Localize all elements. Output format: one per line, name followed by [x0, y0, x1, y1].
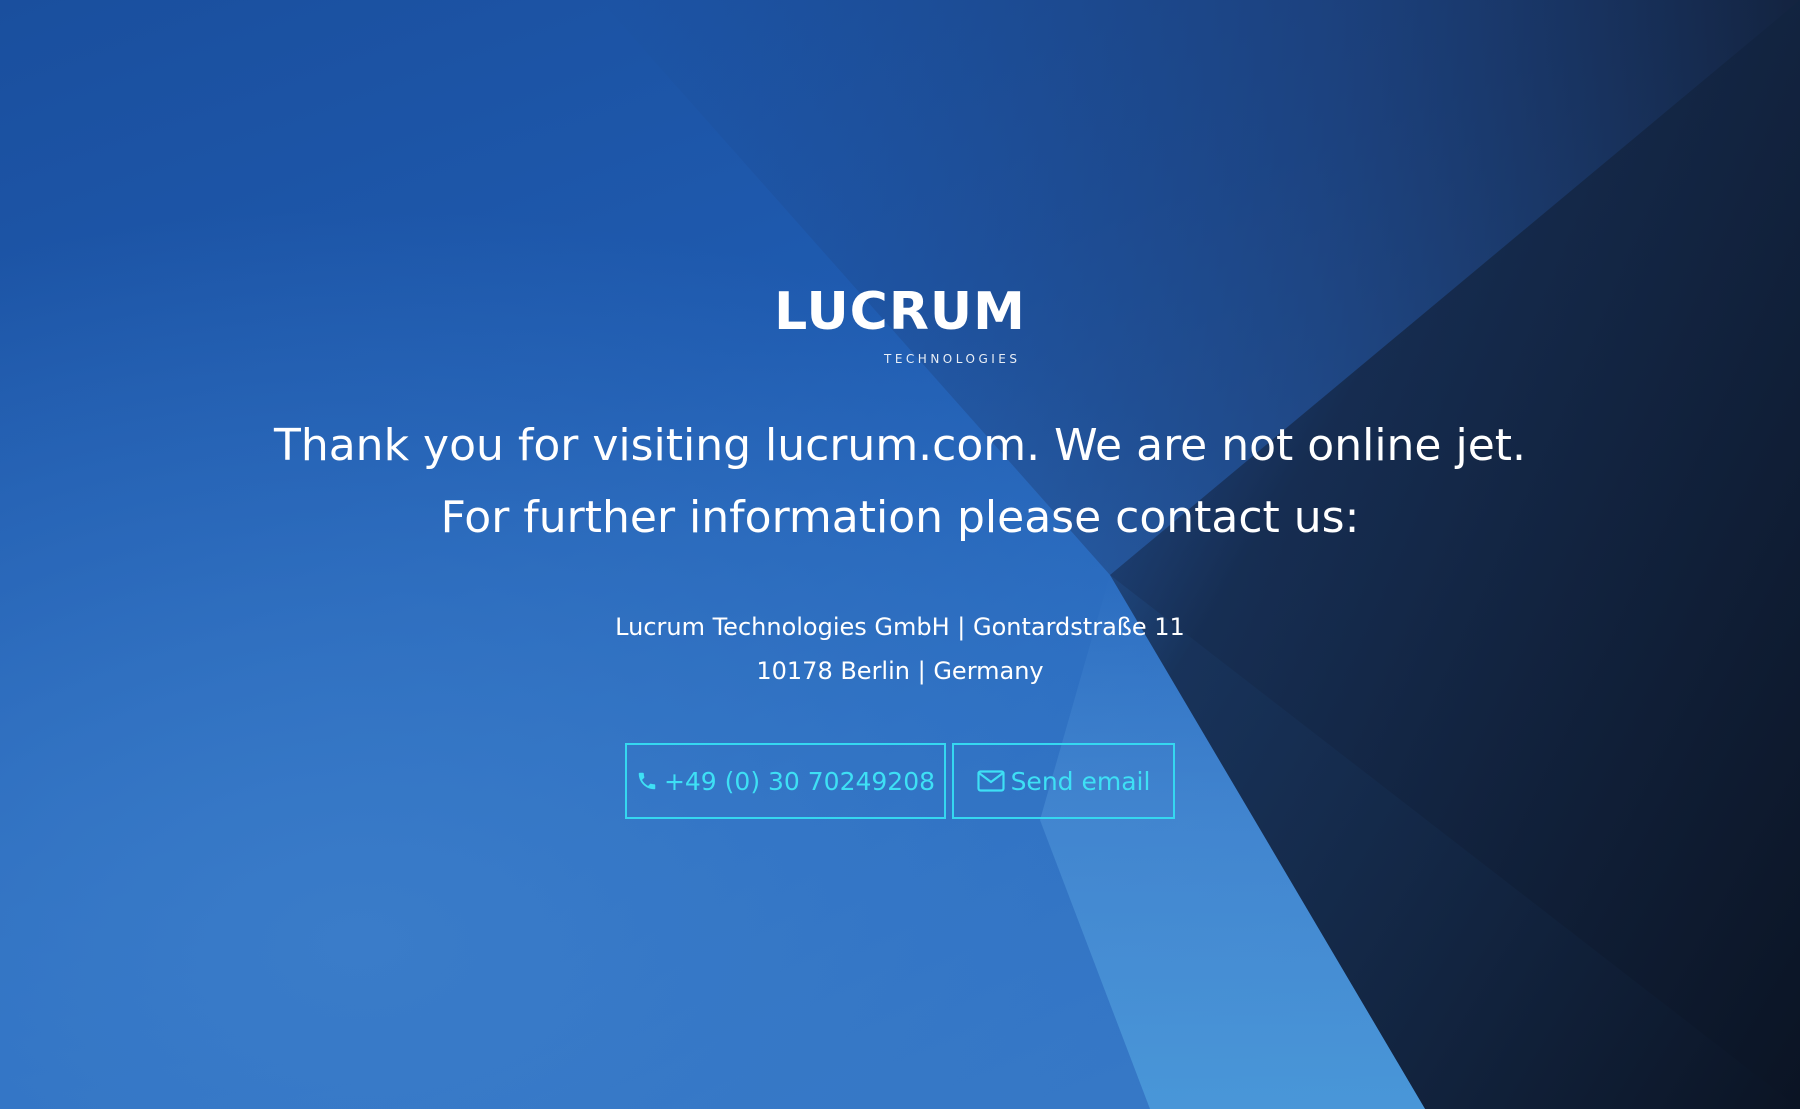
send-email-button-label: Send email: [1010, 766, 1151, 796]
company-address: Lucrum Technologies GmbH | Gontardstraße…: [0, 605, 1800, 693]
headline: Thank you for visiting lucrum.com. We ar…: [0, 410, 1800, 554]
background-dark-panel: [0, 0, 1800, 1109]
address-line-2: 10178 Berlin | Germany: [756, 657, 1044, 685]
headline-line-2: For further information please contact u…: [440, 492, 1360, 543]
brand-logo: LUCRUM: [0, 286, 1800, 338]
contact-buttons: +49 (0) 30 70249208 Send email: [625, 743, 1175, 819]
phone-icon: [636, 770, 658, 792]
phone-button-label: +49 (0) 30 70249208: [663, 766, 936, 796]
brand-name: LUCRUM: [774, 282, 1026, 342]
headline-line-1: Thank you for visiting lucrum.com. We ar…: [273, 420, 1527, 471]
address-line-1: Lucrum Technologies GmbH | Gontardstraße…: [615, 613, 1185, 641]
envelope-icon: [976, 770, 1005, 792]
send-email-button[interactable]: Send email: [952, 743, 1175, 819]
brand-tagline: TECHNOLOGIES: [884, 352, 1021, 366]
phone-button[interactable]: +49 (0) 30 70249208: [625, 743, 946, 819]
